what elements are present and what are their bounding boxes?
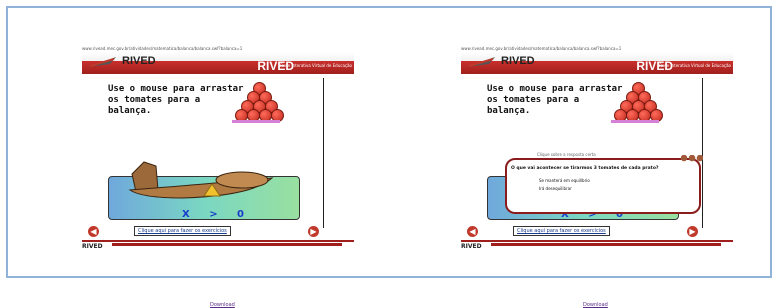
dialog-title: Clique sobre a resposta certa [537,152,596,157]
instruction-text: Use o mouse para arrastar os tomates par… [108,84,244,116]
next-arrow-icon[interactable]: ▶ [308,226,319,237]
header-logo: RIVED [501,55,535,67]
download-link[interactable]: Download [583,302,608,308]
exercises-link[interactable]: Clique aqui para fazer os exercícios [134,226,231,236]
footer-stripe [491,243,721,246]
rived-swoosh-icon [88,57,116,67]
footer-stripe [112,243,342,246]
rived-swoosh-icon [467,57,495,67]
header-brand-sub: Rede Interativa Virtual de Educação [280,63,352,68]
footer-bar: RIVED [82,240,354,252]
footer-bar: RIVED [461,240,733,252]
activity-stage: Use o mouse para arrastar os tomates par… [461,76,733,240]
header-brand-sub: Rede Interativa Virtual de Educação [659,63,731,68]
dialog-question: O que vai acontecer se tirarmos 3 tomate… [511,166,659,171]
scale-label: X > 0 [182,209,253,220]
url-text: www.rivead.mec.gov.br/atividades/matemat… [461,46,622,51]
balance-scale-icon[interactable] [122,156,282,216]
back-arrow-icon[interactable]: ◀ [467,226,478,237]
rived-header: RIVED RIVED Rede Interativa Virtual de E… [461,52,733,74]
footer-logo: RIVED [82,243,103,250]
activity-stage: Use o mouse para arrastar os tomates par… [82,76,354,240]
tomato-pile[interactable] [234,82,284,122]
answer-option[interactable]: Irá desequilibrar [539,186,572,191]
url-text: www.rivead.mec.gov.br/atividades/matemat… [82,46,243,51]
exercises-link[interactable]: Clique aqui para fazer os exercícios [513,226,610,236]
download-link[interactable]: Download [210,302,235,308]
header-logo: RIVED [122,55,156,67]
rived-header: RIVED RIVED Rede Interativa Virtual de E… [82,52,354,74]
tomato-pile[interactable] [613,82,663,122]
left-screenshot: www.rivead.mec.gov.br/atividades/matemat… [76,40,371,308]
footer-logo: RIVED [461,243,482,250]
divider-line [323,78,324,228]
back-arrow-icon[interactable]: ◀ [88,226,99,237]
right-screenshot: www.rivead.mec.gov.br/atividades/matemat… [455,40,750,308]
answer-option[interactable]: Se manterá em equilíbrio [539,178,590,183]
divider-line [702,78,703,228]
instruction-text: Use o mouse para arrastar os tomates par… [487,84,623,116]
question-dialog: Clique sobre a resposta certa O que vai … [505,152,703,214]
dialog-handle-icon[interactable] [681,155,703,162]
tomato-shelf [232,120,280,123]
tomato-shelf [611,120,659,123]
next-arrow-icon[interactable]: ▶ [687,226,698,237]
